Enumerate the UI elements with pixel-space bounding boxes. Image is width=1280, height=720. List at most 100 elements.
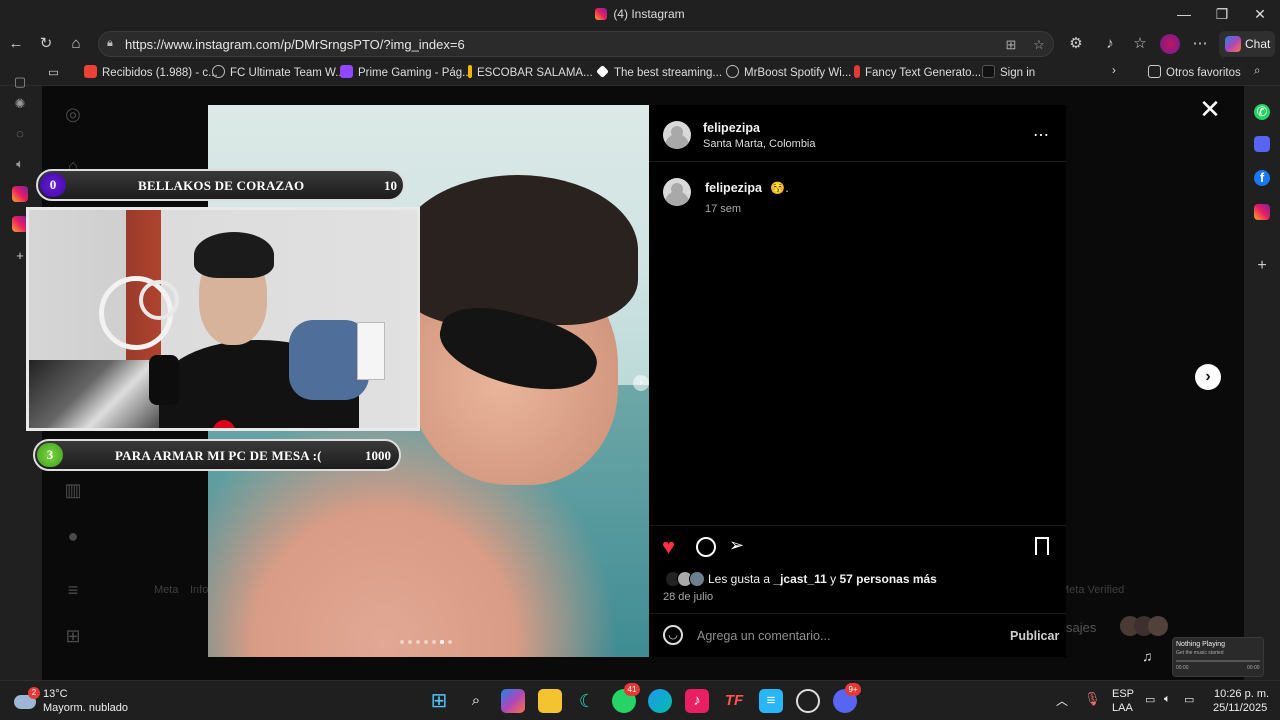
- reading-list-icon[interactable]: ▭: [48, 65, 59, 79]
- carousel-dot: [448, 640, 452, 644]
- instagram-tab-icon[interactable]: [12, 186, 28, 202]
- browser-app-icon[interactable]: ◌: [12, 126, 28, 142]
- site-info-icon[interactable]: 🔒︎: [107, 37, 119, 51]
- edge-taskbar-icon[interactable]: [648, 689, 672, 713]
- notepad-icon[interactable]: ≡: [759, 689, 783, 713]
- extensions-icon[interactable]: ⚙: [1066, 34, 1086, 54]
- bookmark-item[interactable]: Prime Gaming - Pág...: [340, 65, 472, 79]
- profile-avatar[interactable]: [1160, 34, 1180, 54]
- music-progress[interactable]: [1176, 660, 1260, 662]
- caption-username[interactable]: felipezipa: [705, 181, 762, 195]
- windows-start-icon[interactable]: ⊞: [427, 689, 451, 713]
- weather-desc[interactable]: Mayorm. nublado: [43, 702, 128, 714]
- like-heart-icon[interactable]: ♥: [662, 535, 675, 559]
- instagram-icon[interactable]: [1254, 204, 1270, 220]
- share-icon[interactable]: ➢: [729, 535, 744, 556]
- caption-avatar[interactable]: [663, 178, 691, 206]
- footer-info[interactable]: Info: [190, 584, 208, 596]
- liker-username[interactable]: _jcast_11: [773, 572, 826, 586]
- minimize-button[interactable]: —: [1174, 4, 1194, 24]
- goal-bar-bottom: 3 PARA ARMAR MI PC DE MESA :( 1000: [33, 439, 401, 471]
- instagram-logo-icon[interactable]: ◎: [62, 104, 84, 125]
- network-icon[interactable]: ▭: [1145, 693, 1155, 706]
- address-bar[interactable]: 🔒︎ https://www.instagram.com/p/DMrSrngsP…: [98, 31, 1054, 57]
- whatsapp-taskbar-icon[interactable]: 41: [612, 683, 640, 713]
- post-date[interactable]: 28 de julio: [663, 591, 713, 603]
- discord-taskbar-icon[interactable]: 9+: [833, 683, 861, 713]
- more-options-icon[interactable]: ⋯: [1033, 125, 1049, 145]
- other-favorites[interactable]: Otros favoritos: [1148, 65, 1241, 79]
- music-note-icon[interactable]: ♫: [1142, 648, 1153, 664]
- tabs-icon[interactable]: ▢: [12, 74, 28, 90]
- bookmark-item[interactable]: MrBoost Spotify Wi...: [726, 65, 851, 79]
- refresh-icon[interactable]: ↻: [36, 34, 56, 54]
- address-url[interactable]: https://www.instagram.com/p/DMrSrngsPTO/…: [125, 37, 465, 52]
- maximize-button[interactable]: ❐: [1212, 4, 1232, 24]
- author-username[interactable]: felipezipa: [703, 121, 816, 135]
- apps-icon[interactable]: ⊞: [62, 626, 84, 647]
- language-top[interactable]: ESP: [1112, 688, 1134, 700]
- bookmark-item[interactable]: Fancy Text Generato...: [854, 65, 981, 79]
- bookmark-item[interactable]: FC Ultimate Team W...: [212, 65, 345, 79]
- copilot-app-icon[interactable]: [501, 689, 525, 713]
- file-explorer-icon[interactable]: [538, 689, 562, 713]
- battery-icon[interactable]: ▭: [1184, 693, 1194, 706]
- save-bookmark-icon[interactable]: [1035, 537, 1049, 555]
- footer-meta-verified[interactable]: Meta Verified: [1060, 584, 1124, 596]
- obs-icon[interactable]: [796, 689, 820, 713]
- music-time-right: 00:00: [1247, 665, 1260, 671]
- emoji-icon[interactable]: ◡: [663, 625, 683, 645]
- whatsapp-icon[interactable]: ✆: [1254, 104, 1270, 120]
- favorite-star-icon[interactable]: ☆: [1031, 37, 1047, 53]
- profile-icon[interactable]: ●: [62, 526, 84, 547]
- weather-temp[interactable]: 13°C: [43, 688, 68, 700]
- close-window-button[interactable]: ✕: [1250, 4, 1270, 24]
- comment-icon[interactable]: [696, 537, 716, 557]
- likes-count[interactable]: 57 personas más: [839, 572, 936, 586]
- clock-time[interactable]: 10:26 p. m.: [1214, 688, 1269, 700]
- search-icon[interactable]: ⌕: [464, 689, 488, 713]
- apps-grid-icon[interactable]: ⊞: [1003, 37, 1019, 53]
- next-post-icon[interactable]: ›: [1195, 364, 1221, 390]
- insights-icon[interactable]: ▥: [62, 480, 84, 501]
- clock-date[interactable]: 25/11/2025: [1213, 702, 1267, 714]
- favorites-icon[interactable]: ☆: [1130, 34, 1150, 54]
- microphone-icon[interactable]: 🎙︎: [1084, 691, 1101, 707]
- photo-next-arrow-icon[interactable]: ›: [633, 375, 649, 391]
- chevron-right-icon[interactable]: ›: [1112, 65, 1116, 77]
- bookmark-item[interactable]: Recibidos (1.988) - c...: [84, 65, 218, 79]
- tf-app-icon[interactable]: TF: [722, 689, 746, 713]
- goal-label: PARA ARMAR MI PC DE MESA :(: [115, 448, 322, 463]
- publish-button[interactable]: Publicar: [1010, 629, 1059, 643]
- home-icon[interactable]: ⌂: [66, 34, 86, 54]
- message-avatars[interactable]: [1120, 616, 1170, 638]
- likers-avatars[interactable]: [665, 571, 705, 587]
- search-icon[interactable]: ⌕: [1254, 65, 1260, 78]
- speaker-icon[interactable]: 🔈︎: [12, 156, 28, 172]
- copilot-chat-button[interactable]: Chat: [1219, 31, 1275, 57]
- menu-icon[interactable]: ≡: [62, 580, 84, 601]
- back-arrow-icon[interactable]: ←: [6, 34, 26, 54]
- chevron-up-icon[interactable]: ︿: [1056, 692, 1068, 709]
- bookmark-item[interactable]: The best streaming...: [596, 65, 722, 79]
- facebook-icon[interactable]: f: [1254, 170, 1270, 186]
- messages-label[interactable]: sajes: [1066, 620, 1096, 635]
- tiktok-icon[interactable]: ♪: [685, 689, 709, 713]
- bookmark-item[interactable]: Sign in: [982, 65, 1035, 79]
- edge-variant-icon[interactable]: ☾: [575, 689, 599, 713]
- discord-icon[interactable]: [1254, 136, 1270, 152]
- post-location[interactable]: Santa Marta, Colombia: [703, 138, 816, 150]
- close-modal-icon[interactable]: ✕: [1198, 96, 1222, 122]
- footer-meta[interactable]: Meta: [154, 584, 178, 596]
- volume-icon[interactable]: 🔈︎: [1164, 693, 1171, 706]
- bookmark-item[interactable]: ESCOBAR SALAMA...: [468, 65, 593, 79]
- more-options-icon[interactable]: ⋯: [1190, 34, 1210, 54]
- music-widget[interactable]: Nothing Playing Get the music started 00…: [1172, 637, 1264, 677]
- copilot-icon[interactable]: ✺: [12, 96, 28, 112]
- add-plus-icon[interactable]: +: [1254, 258, 1270, 274]
- comment-input[interactable]: Agrega un comentario...: [697, 629, 830, 643]
- language-bottom[interactable]: LAA: [1112, 702, 1133, 714]
- media-icon[interactable]: ♪: [1100, 34, 1120, 54]
- weather-widget[interactable]: 2: [14, 687, 40, 713]
- author-avatar[interactable]: [663, 121, 691, 149]
